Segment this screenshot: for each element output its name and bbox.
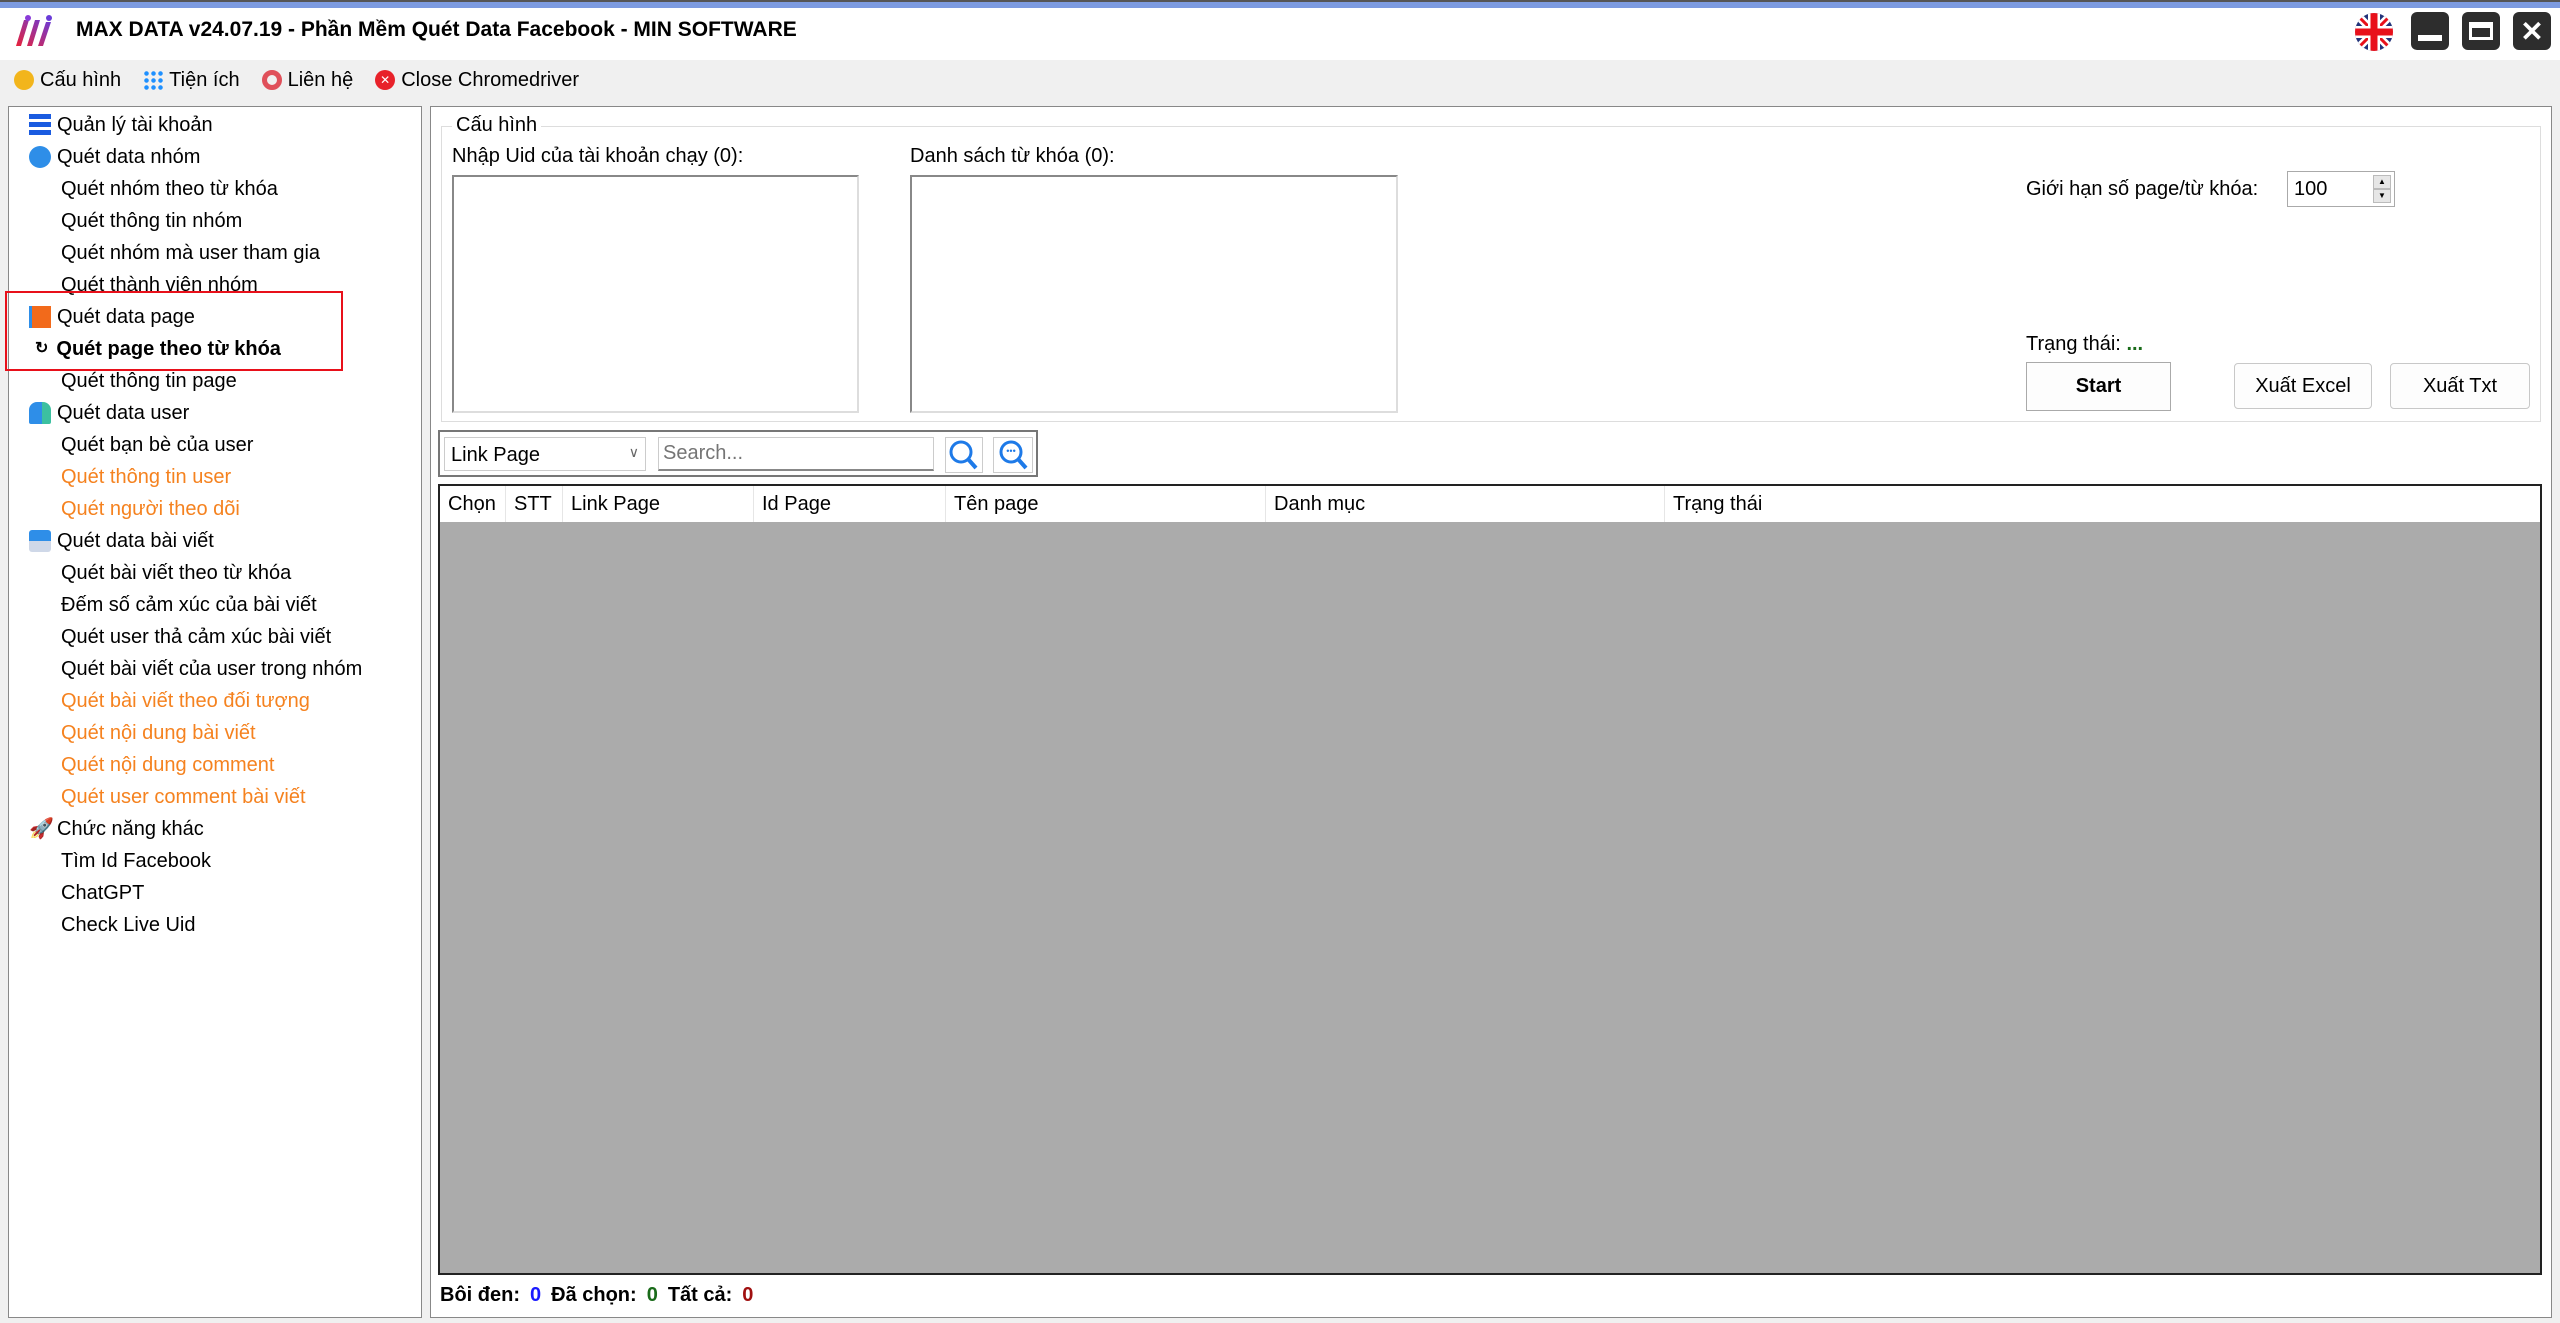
keywords-input[interactable] [910,175,1398,413]
menu-contact[interactable]: Liên hệ [261,68,354,92]
menu-utilities[interactable]: Tiện ích [143,68,240,92]
sidebar-item[interactable]: Quét thông tin user [61,461,231,493]
total-count: 0 [742,1284,754,1306]
column-header-index[interactable]: STT [506,486,563,522]
column-header-id-page[interactable]: Id Page [754,486,946,522]
window-top-border [0,0,2560,8]
grid-dots-icon [143,70,164,90]
column-header-page-name[interactable]: Tên page [946,486,1266,522]
sidebar-item[interactable]: Quét bài viết theo đối tượng [61,685,310,717]
language-uk-flag-icon[interactable] [2354,12,2394,52]
search-more-icon: ••• [999,440,1028,470]
tree-label: Quét data bài viết [57,530,214,552]
table-header: Chọn STT Link Page Id Page Tên page Danh… [440,486,2540,522]
menu-label: Close Chromedriver [401,68,580,91]
selected-count: 0 [646,1284,658,1306]
sidebar-tree: Quản lý tài khoản Quét data nhóm Quét nh… [8,106,422,1318]
export-excel-button[interactable]: Xuất Excel [2234,363,2372,409]
search-button[interactable] [945,437,983,473]
sidebar-item[interactable]: Quét bạn bè của user [61,429,253,461]
chevron-down-icon: ∨ [628,444,639,460]
limit-value: 100 [2294,178,2328,200]
sidebar-item[interactable]: Tìm Id Facebook [61,845,211,877]
keywords-label: Danh sách từ khóa (0): [910,145,1115,167]
close-icon: ✕ [2520,15,2544,47]
sidebar-item[interactable]: Quét user thả cảm xúc bài viết [61,621,331,653]
sidebar-item[interactable]: Quét nhóm mà user tham gia [61,237,320,269]
rocket-icon: 🚀 [29,818,54,840]
group-icon [29,146,51,168]
selection-highlight-box [5,291,343,371]
tree-label: Chức năng khác [57,818,204,840]
total-label: Tất cả: [667,1284,733,1306]
highlighted-count: 0 [530,1284,542,1306]
svg-text:•••: ••• [1006,446,1015,456]
sidebar-item[interactable]: Quét bài viết của user trong nhóm [61,653,362,685]
minimize-icon [2418,35,2442,41]
sidebar-item[interactable]: Quét nội dung bài viết [61,717,256,749]
red-x-circle-icon: ✕ [375,70,396,90]
results-table[interactable]: Chọn STT Link Page Id Page Tên page Danh… [438,484,2542,1275]
start-button[interactable]: Start [2026,362,2171,411]
sidebar-group-other[interactable]: 🚀 Chức năng khác [29,813,204,845]
status-value: ... [2126,333,2144,355]
sidebar-item[interactable]: Check Live Uid [61,909,196,941]
app-logo-icon [16,15,52,46]
status-row: Trạng thái: ... [2026,333,2143,356]
sidebar-group-users[interactable]: Quét data user [29,397,189,429]
maximize-button[interactable] [2462,12,2500,50]
sidebar-item[interactable]: Đếm số cảm xúc của bài viết [61,589,317,621]
limit-label: Giới hạn số page/từ khóa: [2026,178,2259,200]
sidebar-item[interactable]: Quét thông tin nhóm [61,205,242,237]
highlighted-label: Bôi đen: [440,1284,520,1306]
advanced-search-button[interactable]: ••• [993,437,1033,473]
sidebar-item[interactable]: Quét user comment bài viết [61,781,306,813]
sidebar-group-posts[interactable]: Quét data bài viết [29,525,214,557]
lifebuoy-icon [261,70,282,90]
column-header-category[interactable]: Danh mục [1266,486,1665,522]
users-icon [29,402,51,424]
sidebar-item[interactable]: Quét nhóm theo từ khóa [61,173,278,205]
search-toolbar: Link Page ∨ ••• [438,430,1038,477]
limit-spinner[interactable]: 100 ▲ ▼ [2287,171,2395,207]
export-txt-button[interactable]: Xuất Txt [2390,363,2530,409]
menu-label: Tiện ích [169,68,240,91]
spin-down-icon[interactable]: ▼ [2373,189,2391,203]
close-button[interactable]: ✕ [2513,12,2551,50]
sidebar-item[interactable]: Quét bài viết theo từ khóa [61,557,291,589]
minimize-button[interactable] [2411,12,2449,50]
tree-label: Quét data nhóm [57,146,201,168]
column-header-select[interactable]: Chọn [440,486,506,522]
menu-close-chromedriver[interactable]: ✕ Close Chromedriver [375,69,579,92]
sidebar-item[interactable]: Quét nội dung comment [61,749,274,781]
footer-counts: Bôi đen: 0 Đã chọn: 0 Tất cả: 0 [440,1284,753,1307]
uid-label: Nhập Uid của tài khoản chạy (0): [452,145,744,167]
menu-label: Cấu hình [40,68,122,91]
tree-label: Quét data user [57,402,190,424]
status-label: Trạng thái: [2026,333,2121,355]
uid-input[interactable] [452,175,859,413]
list-icon [29,114,51,136]
config-group-label: Cấu hình [452,114,542,137]
sidebar-group-groups[interactable]: Quét data nhóm [29,141,200,173]
tree-label: Quản lý tài khoản [57,114,213,136]
search-icon [949,440,978,470]
search-field-value: Link Page [451,444,540,466]
post-clock-icon [29,530,51,552]
wrench-icon [14,70,34,90]
menu-label: Liên hệ [287,68,354,91]
sidebar-item[interactable]: ChatGPT [61,877,144,909]
sidebar-item[interactable]: Quét người theo dõi [61,493,240,525]
window-title: MAX DATA v24.07.19 - Phần Mềm Quét Data … [76,18,797,41]
search-field-select[interactable]: Link Page ∨ [444,437,646,471]
search-input[interactable] [658,437,934,471]
spin-up-icon[interactable]: ▲ [2373,175,2391,189]
maximize-icon [2469,22,2493,40]
menu-bar: Cấu hình Tiện ích Liên hệ ✕ Close Chromed… [0,60,2560,100]
column-header-status[interactable]: Trạng thái [1665,486,2540,522]
selected-label: Đã chọn: [551,1284,637,1306]
column-header-link-page[interactable]: Link Page [563,486,754,522]
menu-config[interactable]: Cấu hình [14,69,121,92]
sidebar-group-account[interactable]: Quản lý tài khoản [29,109,213,141]
